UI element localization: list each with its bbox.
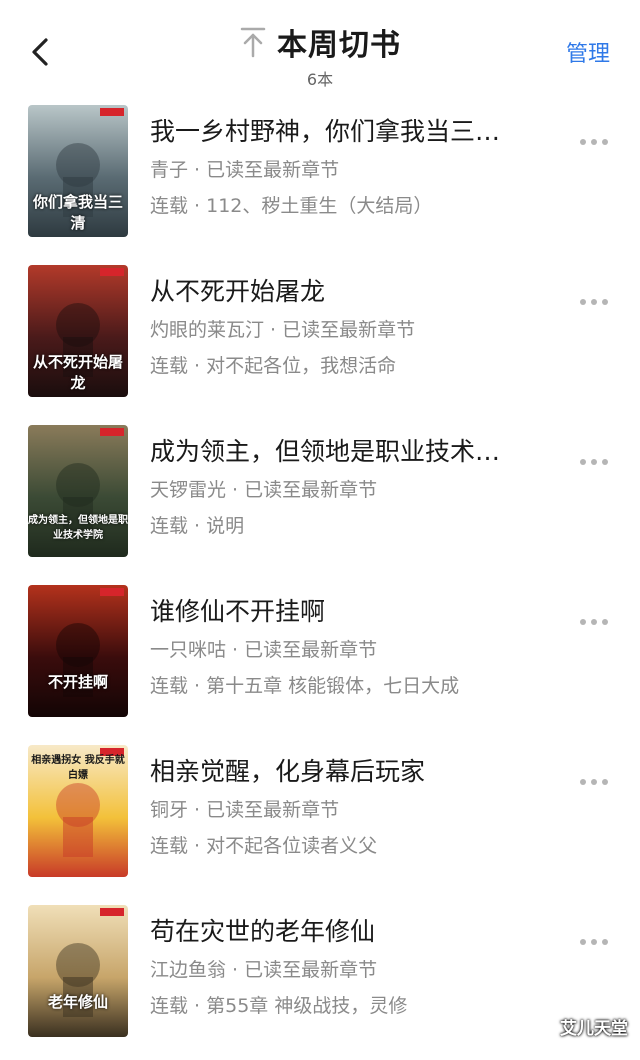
book-title[interactable]: 相亲觉醒，化身幕后玩家 [150, 754, 550, 790]
book-info: 成为领主，但领地是职业技术… 天锣雷光 · 已读至最新章节 连载 · 说明 [150, 434, 550, 540]
book-meta: 一只咪咕 · 已读至最新章节 [150, 636, 550, 664]
more-horizontal-icon [580, 619, 586, 625]
more-horizontal-icon [591, 299, 597, 305]
more-horizontal-icon [580, 139, 586, 145]
list-item[interactable]: 老年修仙 苟在灾世的老年修仙 江边鱼翁 · 已读至最新章节 连载 · 第55章 … [0, 900, 640, 1060]
book-meta: 铜牙 · 已读至最新章节 [150, 796, 550, 824]
cover-title: 成为领主，但领地是职业技术学院 [28, 511, 128, 541]
more-button[interactable] [580, 770, 614, 780]
more-horizontal-icon [591, 459, 597, 465]
more-button[interactable] [580, 290, 614, 300]
book-info: 相亲觉醒，化身幕后玩家 铜牙 · 已读至最新章节 连载 · 对不起各位读者义父 [150, 754, 550, 860]
book-title[interactable]: 苟在灾世的老年修仙 [150, 914, 550, 950]
book-cover[interactable]: 不开挂啊 [28, 585, 128, 717]
more-horizontal-icon [580, 939, 586, 945]
book-meta: 青子 · 已读至最新章节 [150, 156, 550, 184]
more-horizontal-icon [602, 459, 608, 465]
list-item[interactable]: 你们拿我当三清 我一乡村野神，你们拿我当三… 青子 · 已读至最新章节 连载 ·… [0, 100, 640, 260]
list-item[interactable]: 不开挂啊 谁修仙不开挂啊 一只咪咕 · 已读至最新章节 连载 · 第十五章 核能… [0, 580, 640, 740]
more-horizontal-icon [602, 139, 608, 145]
top-bar: 本周切书 6本 管理 [0, 0, 640, 90]
cover-title: 相亲遇拐女 我反手就白嫖 [28, 751, 128, 781]
book-cover[interactable]: 你们拿我当三清 [28, 105, 128, 237]
book-latest-chapter: 连载 · 说明 [150, 512, 550, 540]
book-title[interactable]: 成为领主，但领地是职业技术… [150, 434, 550, 470]
manage-button[interactable]: 管理 [566, 36, 610, 68]
cover-title: 老年修仙 [28, 991, 128, 1012]
more-horizontal-icon [591, 139, 597, 145]
more-button[interactable] [580, 450, 614, 460]
book-info: 谁修仙不开挂啊 一只咪咕 · 已读至最新章节 连载 · 第十五章 核能锻体，七日… [150, 594, 550, 700]
arrow-up-to-top-icon [239, 26, 267, 58]
book-list: 你们拿我当三清 我一乡村野神，你们拿我当三… 青子 · 已读至最新章节 连载 ·… [0, 100, 640, 1060]
more-button[interactable] [580, 130, 614, 140]
book-cover[interactable]: 从不死开始屠龙 [28, 265, 128, 397]
more-horizontal-icon [591, 619, 597, 625]
book-info: 我一乡村野神，你们拿我当三… 青子 · 已读至最新章节 连载 · 112、秽土重… [150, 114, 550, 220]
book-latest-chapter: 连载 · 第55章 神级战技，灵修 [150, 992, 550, 1020]
list-item[interactable]: 相亲遇拐女 我反手就白嫖 相亲觉醒，化身幕后玩家 铜牙 · 已读至最新章节 连载… [0, 740, 640, 900]
book-info: 苟在灾世的老年修仙 江边鱼翁 · 已读至最新章节 连载 · 第55章 神级战技，… [150, 914, 550, 1020]
more-horizontal-icon [580, 459, 586, 465]
book-title[interactable]: 谁修仙不开挂啊 [150, 594, 550, 630]
list-item[interactable]: 成为领主，但领地是职业技术学院 成为领主，但领地是职业技术… 天锣雷光 · 已读… [0, 420, 640, 580]
more-horizontal-icon [580, 299, 586, 305]
book-title[interactable]: 我一乡村野神，你们拿我当三… [150, 114, 550, 150]
more-horizontal-icon [602, 779, 608, 785]
book-count: 6本 [0, 66, 640, 90]
book-latest-chapter: 连载 · 对不起各位读者义父 [150, 832, 550, 860]
watermark: 艾儿天堂 [560, 1014, 628, 1039]
book-latest-chapter: 连载 · 112、秽土重生（大结局） [150, 192, 550, 220]
more-horizontal-icon [591, 779, 597, 785]
book-meta: 江边鱼翁 · 已读至最新章节 [150, 956, 550, 984]
title-area: 本周切书 6本 [0, 20, 640, 90]
page-title: 本周切书 [277, 20, 401, 64]
more-horizontal-icon [591, 939, 597, 945]
more-button[interactable] [580, 610, 614, 620]
book-latest-chapter: 连载 · 对不起各位，我想活命 [150, 352, 550, 380]
cover-title: 不开挂啊 [28, 671, 128, 692]
more-horizontal-icon [580, 779, 586, 785]
more-button[interactable] [580, 930, 614, 940]
cover-title: 你们拿我当三清 [28, 191, 128, 233]
book-cover[interactable]: 成为领主，但领地是职业技术学院 [28, 425, 128, 557]
list-item[interactable]: 从不死开始屠龙 从不死开始屠龙 灼眼的莱瓦汀 · 已读至最新章节 连载 · 对不… [0, 260, 640, 420]
book-cover[interactable]: 相亲遇拐女 我反手就白嫖 [28, 745, 128, 877]
more-horizontal-icon [602, 939, 608, 945]
cover-title: 从不死开始屠龙 [28, 351, 128, 393]
book-cover[interactable]: 老年修仙 [28, 905, 128, 1037]
book-info: 从不死开始屠龙 灼眼的莱瓦汀 · 已读至最新章节 连载 · 对不起各位，我想活命 [150, 274, 550, 380]
book-meta: 天锣雷光 · 已读至最新章节 [150, 476, 550, 504]
book-meta: 灼眼的莱瓦汀 · 已读至最新章节 [150, 316, 550, 344]
more-horizontal-icon [602, 619, 608, 625]
book-title[interactable]: 从不死开始屠龙 [150, 274, 550, 310]
book-latest-chapter: 连载 · 第十五章 核能锻体，七日大成 [150, 672, 550, 700]
more-horizontal-icon [602, 299, 608, 305]
